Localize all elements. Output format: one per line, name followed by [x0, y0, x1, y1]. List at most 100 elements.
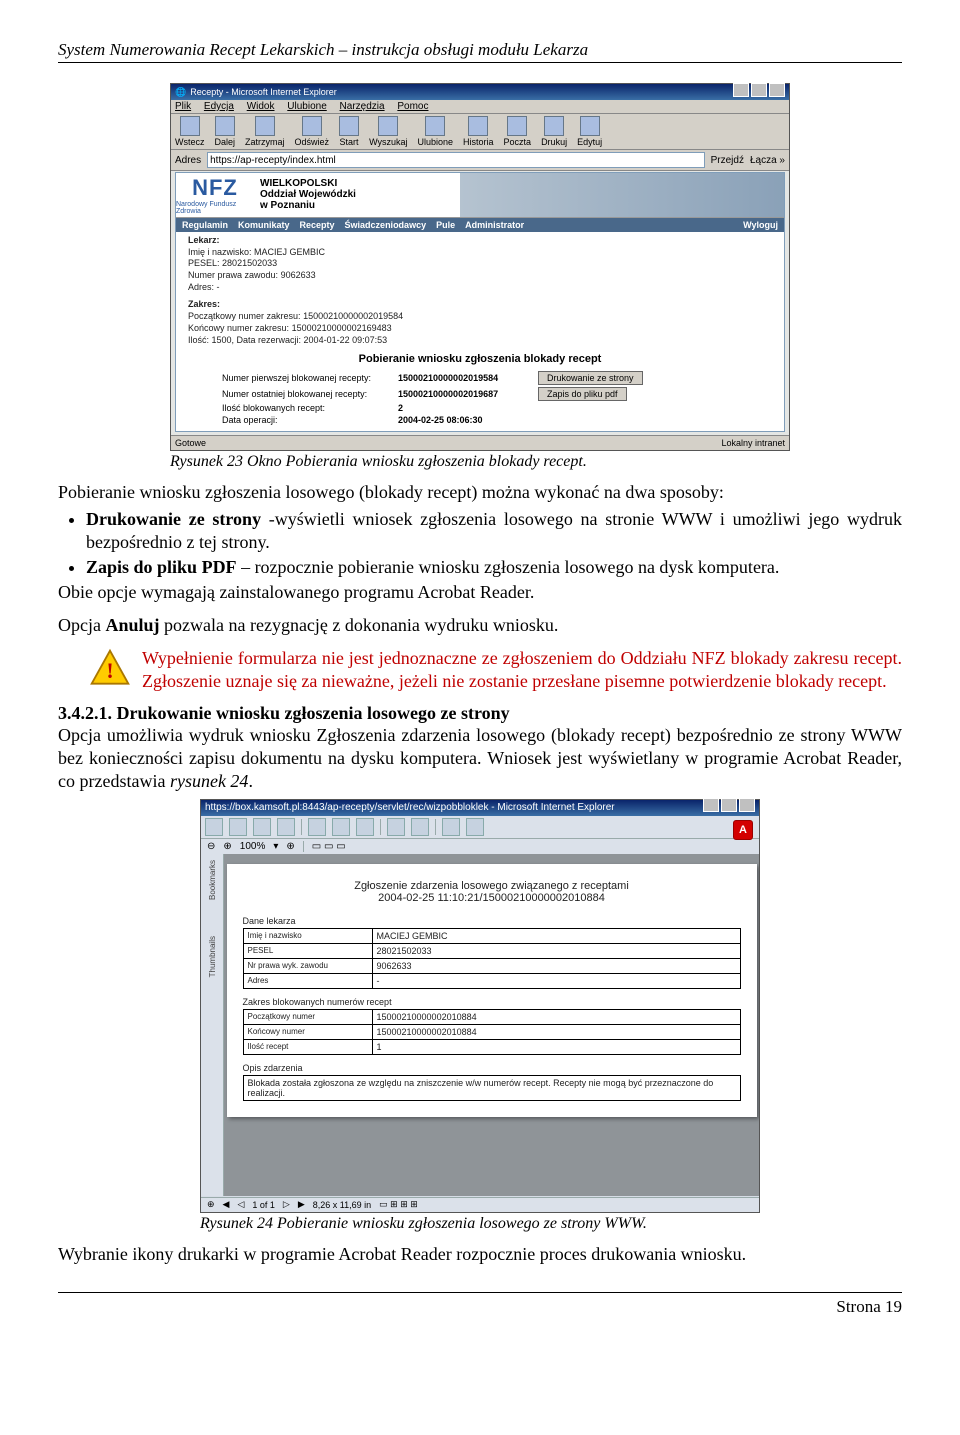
row-date: Data operacji: 2004-02-25 08:06:30 [222, 415, 784, 425]
edit-button[interactable]: Edytuj [577, 116, 602, 147]
row-count: Ilość blokowanych recept: 2 [222, 403, 784, 413]
links-button[interactable]: Łącza » [750, 155, 785, 166]
bookmarks-tab[interactable]: Bookmarks [208, 860, 217, 900]
nav-recepty[interactable]: Recepty [300, 220, 335, 230]
acrobat-toolbar-1 [201, 816, 759, 839]
para-last: Wybranie ikony drukarki w programie Acro… [58, 1243, 902, 1266]
acrobat-title: https://box.kamsoft.pl:8443/ap-recepty/s… [205, 800, 615, 816]
acrobat-window-screenshot: https://box.kamsoft.pl:8443/ap-recepty/s… [200, 799, 760, 1213]
ie-icon: 🌐 [175, 84, 186, 100]
status-zone: Lokalny intranet [721, 438, 785, 448]
search-button[interactable]: Wyszukaj [369, 116, 407, 147]
acrobat-statusbar: ⊕◀◁ 1 of 1 ▷▶ 8,26 x 11,69 in ▭ ⊞ ⊞ ⊞ [201, 1197, 759, 1212]
acrobat-sidebar: Bookmarks Thumbnails [201, 854, 224, 1196]
back-button[interactable]: Wstecz [175, 116, 205, 147]
address-bar: Adres Przejdź Łącza » [171, 150, 789, 171]
forward-button[interactable]: Dalej [215, 116, 236, 147]
mail-button[interactable]: Poczta [504, 116, 532, 147]
menu-bar: Plik Edycja Widok Ulubione Narzędzia Pom… [171, 100, 789, 114]
row-first-recipe: Numer pierwszej blokowanej recepty: 1500… [222, 371, 784, 385]
mail-icon[interactable] [253, 818, 271, 836]
menu-help[interactable]: Pomoc [397, 101, 428, 112]
status-left: Gotowe [175, 438, 206, 448]
pdf-title: Zgłoszenie zdarzenia losowego związanego… [243, 880, 741, 904]
home-button[interactable]: Start [339, 116, 359, 147]
hand-tool-icon[interactable] [308, 818, 326, 836]
nav-administrator[interactable]: Administrator [465, 220, 524, 230]
save-to-pdf-button[interactable]: Zapis do pliku pdf [538, 387, 627, 401]
search-icon[interactable] [277, 818, 295, 836]
cancel-button[interactable]: « Anuluj [449, 431, 511, 432]
methods-list: Drukowanie ze strony -wyświetli wniosek … [58, 508, 902, 579]
para-acrobat-req: Obie opcje wymagają zainstalowanego prog… [58, 581, 902, 604]
save-icon[interactable] [205, 818, 223, 836]
adobe-logo-icon: A [733, 820, 753, 840]
pdf-table-zakres: Początkowy numer15000210000002010884 Koń… [243, 1009, 741, 1055]
pdf-table-lekarz: Imię i nazwiskoMACIEJ GEMBIC PESEL280215… [243, 928, 741, 989]
paper-size: 8,26 x 11,69 in [313, 1200, 371, 1210]
app-navbar: Regulamin Komunikaty Recepty Świadczenio… [176, 218, 784, 232]
print-button[interactable]: Drukuj [541, 116, 567, 147]
nfz-branch: WIELKOPOLSKI Oddział Wojewódzki w Poznan… [254, 173, 460, 217]
zoom-value[interactable]: 100% [240, 841, 266, 852]
prev-view-icon[interactable] [442, 818, 460, 836]
pdf-section-zakres: Zakres blokowanych numerów recept [243, 997, 741, 1007]
window-controls [731, 83, 785, 102]
figure-24: https://box.kamsoft.pl:8443/ap-recepty/s… [200, 799, 760, 1233]
menu-favorites[interactable]: Ulubione [287, 101, 326, 112]
warning-text: Wypełnienie formularza nie jest jednozna… [142, 647, 902, 692]
print-from-page-button[interactable]: Drukowanie ze strony [538, 371, 643, 385]
menu-view[interactable]: Widok [247, 101, 275, 112]
next-page-icon[interactable] [411, 818, 429, 836]
favorites-button[interactable]: Ulubione [418, 116, 454, 147]
text-select-icon[interactable] [332, 818, 350, 836]
page-indicator: 1 of 1 [252, 1200, 275, 1210]
next-view-icon[interactable] [466, 818, 484, 836]
nfz-header: NFZ Narodowy Fundusz Zdrowia WIELKOPOLSK… [176, 173, 784, 218]
go-button[interactable]: Przejdź [711, 155, 744, 166]
pdf-section-opis: Opis zdarzenia [243, 1063, 741, 1073]
nav-pule[interactable]: Pule [436, 220, 455, 230]
nav-logout[interactable]: Wyloguj [743, 220, 778, 230]
page-footer: Strona 19 [58, 1292, 902, 1317]
window-titlebar: 🌐Recepty - Microsoft Internet Explorer [171, 84, 789, 100]
nav-swiadczeniodawcy[interactable]: Świadczeniodawcy [345, 220, 427, 230]
pdf-table-opis: Blokada została zgłoszona ze względu na … [243, 1075, 741, 1101]
print-icon[interactable] [229, 818, 247, 836]
figure-24-caption: Rysunek 24 Pobieranie wniosku zgłoszenia… [200, 1215, 760, 1233]
nav-komunikaty[interactable]: Komunikaty [238, 220, 290, 230]
acrobat-toolbar-2: ⊖ ⊕ 100% ▾ ⊕ ▭ ▭ ▭ [201, 839, 759, 855]
row-last-recipe: Numer ostatniej blokowanej recepty: 1500… [222, 387, 784, 401]
page-content: NFZ Narodowy Fundusz Zdrowia WIELKOPOLSK… [175, 172, 785, 432]
address-input[interactable] [207, 152, 704, 168]
thumbnails-tab[interactable]: Thumbnails [208, 936, 217, 977]
nfz-logo: NFZ Narodowy Fundusz Zdrowia [176, 173, 254, 217]
svg-text:!: ! [106, 658, 113, 683]
para-anuluj: Opcja Anuluj pozwala na rezygnację z dok… [58, 614, 902, 637]
snapshot-icon[interactable] [356, 818, 374, 836]
window-title: Recepty - Microsoft Internet Explorer [190, 84, 337, 100]
figure-23-caption: Rysunek 23 Okno Pobierania wniosku zgłos… [170, 453, 790, 471]
menu-edit[interactable]: Edycja [204, 101, 234, 112]
section-body: Opcja umożliwia wydruk wniosku Zgłoszeni… [58, 724, 902, 793]
nav-regulamin[interactable]: Regulamin [182, 220, 228, 230]
stop-button[interactable]: Zatrzymaj [245, 116, 285, 147]
menu-tools[interactable]: Narzędzia [340, 101, 385, 112]
list-item: Zapis do pliku PDF – rozpocznie pobieran… [86, 556, 902, 579]
para-intro: Pobieranie wniosku zgłoszenia losowego (… [58, 481, 902, 504]
warning-icon: ! [88, 647, 132, 691]
form-title: Pobieranie wniosku zgłoszenia blokady re… [176, 353, 784, 365]
figure-23: 🌐Recepty - Microsoft Internet Explorer P… [170, 83, 790, 471]
header-photo [460, 173, 784, 217]
refresh-button[interactable]: Odśwież [295, 116, 330, 147]
menu-file[interactable]: Plik [175, 101, 191, 112]
ie-window-screenshot: 🌐Recepty - Microsoft Internet Explorer P… [170, 83, 790, 451]
address-label: Adres [175, 155, 201, 166]
history-button[interactable]: Historia [463, 116, 494, 147]
zakres-block: Zakres: Początkowy numer zakresu: 150002… [176, 296, 784, 349]
lekarz-block: Lekarz: Imię i nazwisko: MACIEJ GEMBIC P… [176, 232, 784, 296]
list-item: Drukowanie ze strony -wyświetli wniosek … [86, 508, 902, 554]
browser-toolbar: Wstecz Dalej Zatrzymaj Odśwież Start Wys… [171, 114, 789, 150]
prev-page-icon[interactable] [387, 818, 405, 836]
pdf-section-lekarz: Dane lekarza [243, 916, 741, 926]
